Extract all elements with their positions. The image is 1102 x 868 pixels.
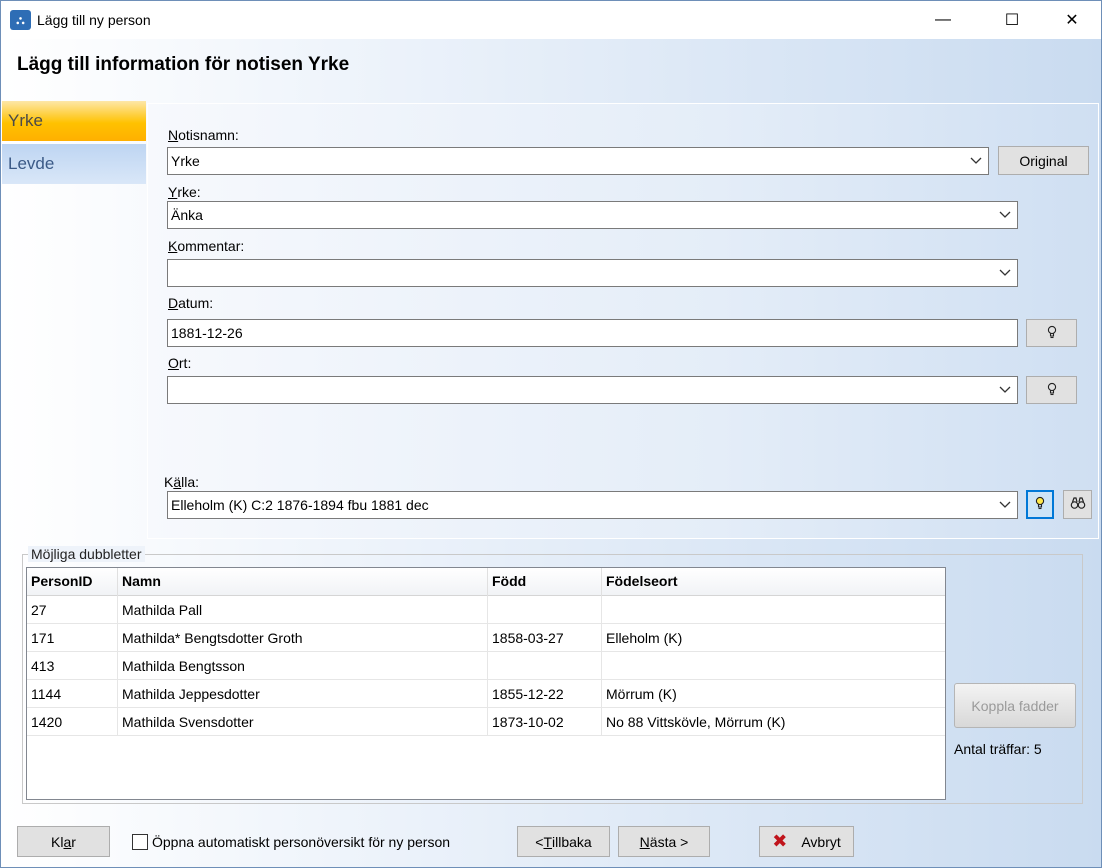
chevron-down-icon[interactable]	[995, 377, 1015, 403]
cell-namn: Mathilda Svensdotter	[118, 708, 488, 736]
cell-namn: Mathilda Pall	[118, 596, 488, 624]
close-button[interactable]: ✕	[1049, 1, 1095, 39]
cell-fodd	[488, 596, 602, 624]
table-row[interactable]: 413 Mathilda Bengtsson	[27, 652, 945, 680]
column-header-fodelseort[interactable]: Födelseort	[602, 568, 945, 596]
maximize-button[interactable]: ☐	[989, 1, 1035, 39]
hits-count: Antal träffar: 5	[954, 741, 1042, 757]
datum-bulb-button[interactable]	[1026, 319, 1077, 347]
cell-fodd: 1855-12-22	[488, 680, 602, 708]
duplicates-table[interactable]: PersonID Namn Född Födelseort 27 Mathild…	[26, 567, 946, 800]
cell-personid: 1144	[27, 680, 118, 708]
app-icon: ⛬	[10, 10, 31, 30]
sidebar-item-yrke[interactable]: Yrke	[2, 101, 146, 141]
cell-fodd: 1873-10-02	[488, 708, 602, 736]
auto-open-checkbox[interactable]	[132, 834, 148, 850]
bulb-icon	[1035, 496, 1045, 513]
cell-fodelseort: Mörrum (K)	[606, 686, 677, 702]
chevron-down-icon[interactable]	[995, 492, 1015, 518]
notisnamn-label: Notisnamn:	[168, 127, 239, 143]
cell-personid: 171	[27, 624, 118, 652]
cell-namn: Mathilda Jeppesdotter	[118, 680, 488, 708]
bulb-icon	[1047, 382, 1057, 399]
column-header-fodd[interactable]: Född	[488, 568, 602, 596]
kalla-combobox[interactable]: Elleholm (K) C:2 1876-1894 fbu 1881 dec	[167, 491, 1018, 519]
kalla-search-button[interactable]	[1063, 490, 1092, 519]
kommentar-label: Kommentar:	[168, 238, 245, 254]
nasta-button[interactable]: Nästa >	[618, 826, 710, 857]
cell-fodelseort	[602, 652, 945, 680]
avbryt-button[interactable]: ✖ Avbryt	[759, 826, 854, 857]
sidebar-item-label: Yrke	[8, 111, 43, 130]
sidebar-item-levde[interactable]: Levde	[2, 144, 146, 184]
cell-fodelseort: Elleholm (K)	[606, 630, 683, 646]
binoculars-icon	[1070, 496, 1086, 513]
auto-open-label[interactable]: Öppna automatiskt personöversikt för ny …	[152, 834, 450, 850]
notisnamn-combobox[interactable]: Yrke	[167, 147, 989, 175]
cell-namn: Mathilda Bengtsson	[118, 652, 488, 680]
cell-fodd: 1858-03-27	[488, 624, 602, 652]
original-button[interactable]: Original	[998, 146, 1089, 175]
cell-personid: 27	[27, 596, 118, 624]
minimize-button[interactable]: —	[920, 1, 966, 39]
table-row[interactable]: 1144 Mathilda Jeppesdotter 1855-12-22 Mö…	[27, 680, 945, 708]
sidebar-item-label: Levde	[8, 154, 55, 173]
table-row[interactable]: 171 Mathilda* Bengtsdotter Groth 1858-03…	[27, 624, 945, 652]
yrke-combobox[interactable]: Änka	[167, 201, 1018, 229]
column-header-personid[interactable]: PersonID	[27, 568, 118, 596]
datum-input[interactable]: 1881-12-26	[167, 319, 1018, 347]
chevron-down-icon[interactable]	[995, 260, 1015, 286]
tillbaka-button[interactable]: < Tillbaka	[517, 826, 610, 857]
koppla-fadder-button[interactable]: Koppla fadder	[954, 683, 1076, 728]
column-header-namn[interactable]: Namn	[118, 568, 488, 596]
cell-fodelseort: No 88 Vittskövle, Mörrum (K)	[606, 714, 786, 730]
kommentar-combobox[interactable]	[167, 259, 1018, 287]
title-bar: ⛬ Lägg till ny person — ☐ ✕	[1, 1, 1101, 39]
kalla-bulb-button[interactable]	[1026, 490, 1054, 519]
cell-namn: Mathilda* Bengtsdotter Groth	[118, 624, 488, 652]
cell-fodd	[488, 652, 602, 680]
table-row[interactable]: 1420 Mathilda Svensdotter 1873-10-02 No …	[27, 708, 945, 736]
dialog-window: ⛬ Lägg till ny person — ☐ ✕ Lägg till in…	[0, 0, 1102, 868]
ort-combobox[interactable]	[167, 376, 1018, 404]
cell-personid: 1420	[27, 708, 118, 736]
yrke-value: Änka	[171, 207, 203, 223]
kalla-value: Elleholm (K) C:2 1876-1894 fbu 1881 dec	[171, 497, 429, 513]
ort-label: Ort:	[168, 355, 192, 371]
cell-personid: 413	[27, 652, 118, 680]
bulb-icon	[1047, 325, 1057, 342]
window-title: Lägg till ny person	[37, 12, 151, 28]
klar-button[interactable]: Kl a r	[17, 826, 110, 857]
table-header: PersonID Namn Född Födelseort	[27, 568, 945, 596]
datum-value: 1881-12-26	[171, 325, 243, 341]
yrke-label: Yrke:	[168, 184, 201, 200]
table-row[interactable]: 27 Mathilda Pall	[27, 596, 945, 624]
avbryt-label: Avbryt	[801, 833, 841, 850]
duplicates-group-label: Möjliga dubbletter	[28, 546, 145, 562]
ort-bulb-button[interactable]	[1026, 376, 1077, 404]
chevron-down-icon[interactable]	[995, 202, 1015, 228]
close-x-icon: ✖	[772, 831, 788, 851]
cell-fodelseort	[602, 596, 945, 624]
kalla-label: Källa:	[164, 474, 200, 490]
datum-label: Datum:	[168, 295, 214, 311]
page-title: Lägg till information för notisen Yrke	[17, 54, 350, 75]
chevron-down-icon[interactable]	[966, 148, 986, 174]
notisnamn-value: Yrke	[171, 153, 200, 169]
